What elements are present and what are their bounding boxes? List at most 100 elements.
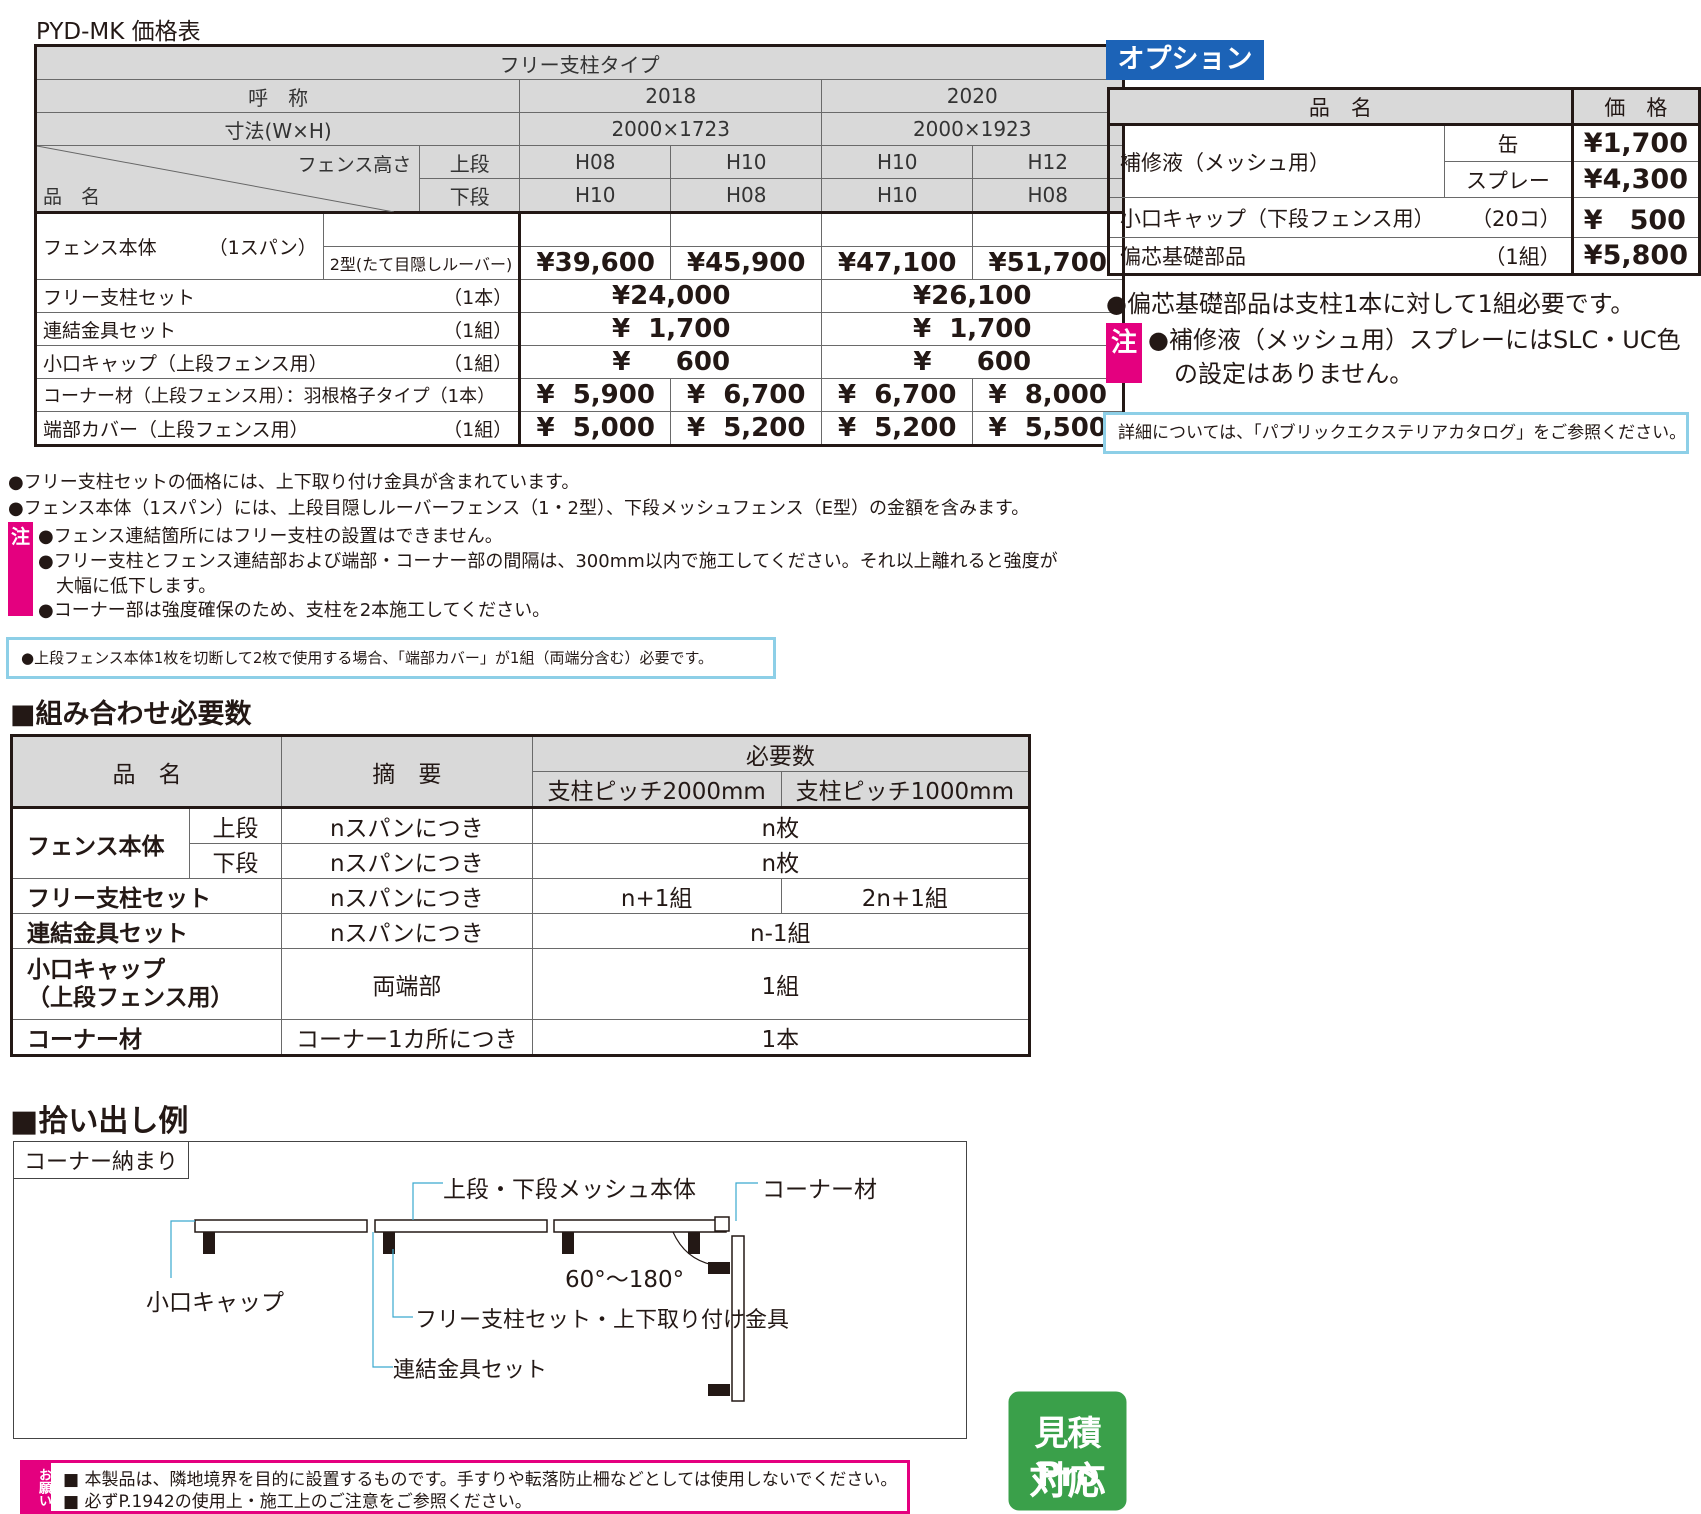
label-joint-set: 連結金具セット xyxy=(393,1358,548,1383)
price-body-1: ¥45,900 xyxy=(670,246,823,280)
option-offset-price: ¥5,800 xyxy=(1570,237,1701,275)
header-lower: 下段 xyxy=(419,178,521,213)
combo-cap-line1: 小口キャップ xyxy=(27,957,165,983)
price-table: フリー支柱タイプ 呼 称 2018 2020 寸法(W×H) 2000×1723… xyxy=(34,44,1126,447)
price-body-0: ¥39,600 xyxy=(518,246,672,280)
upper-h-3: H12 xyxy=(972,145,1125,179)
option-spray-price: ¥4,300 xyxy=(1570,161,1701,198)
combo-joint: 連結金具セット xyxy=(11,913,282,949)
option-table: 品 名 価 格 補修液（メッシュ用） 缶 ¥1,700 スプレー ¥4,300 … xyxy=(1107,87,1701,276)
leader-mesh xyxy=(412,1182,443,1220)
lower-h-3: H08 xyxy=(972,178,1125,213)
label-post-set: フリー支柱セット・上下取り付け金具 xyxy=(415,1308,790,1333)
lower-h-2: H10 xyxy=(821,178,974,213)
corner-material xyxy=(714,1216,730,1232)
option-cap-price: ¥ 500 xyxy=(1570,197,1701,238)
fence-panel-2 xyxy=(374,1219,548,1233)
price-corner-3: ¥ 8,000 xyxy=(972,378,1125,412)
type-header: フリー支柱タイプ xyxy=(34,45,1125,80)
combo-cap-summary: 両端部 xyxy=(281,948,533,1020)
row-fence-body-unit: （1スパン） xyxy=(208,237,317,259)
request-mark: お願い xyxy=(23,1463,51,1511)
price-corner-0: ¥ 5,900 xyxy=(518,378,672,412)
row-fence-body: フェンス本体 （1スパン） xyxy=(35,211,324,280)
row-joint-unit: （1組） xyxy=(419,312,521,346)
mitsumori-pro-badge: 見積Pro 対応 xyxy=(1005,1388,1130,1514)
row-fence-body-sub: 2型(たて目隠しルーバー) xyxy=(322,246,521,280)
post-3 xyxy=(562,1232,574,1254)
combo-header-pitch-1000: 支柱ピッチ1000mm xyxy=(780,771,1030,808)
fence-panel-1 xyxy=(194,1219,368,1233)
option-repair-name: 補修液（メッシュ用） xyxy=(1107,124,1446,198)
option-note-2b: の設定はありません。 xyxy=(1174,360,1414,388)
row-post-name: フリー支柱セット xyxy=(34,279,420,313)
price-post-1: ¥26,100 xyxy=(821,279,1125,313)
row-fence-body-name: フェンス本体 xyxy=(43,237,157,259)
price-note-1: ●フリー支柱セットの価格には、上下取り付け金具が含まれています。 xyxy=(8,472,580,493)
option-header-price: 価 格 xyxy=(1570,88,1701,125)
price-post-0: ¥24,000 xyxy=(518,279,823,313)
combo-header-summary: 摘 要 xyxy=(281,735,533,808)
bottom-request-box: お願い ■ 本製品は、隣地境界を目的に設置するものです。手すりや転落防止柵などと… xyxy=(20,1460,910,1514)
caution-2a: ●フリー支柱とフェンス連結部および端部・コーナー部の間隔は、300mm以内で施工… xyxy=(38,551,1058,572)
label-mesh-body: 上段・下段メッシュ本体 xyxy=(443,1177,696,1203)
combo-joint-qty: n-1組 xyxy=(531,913,1030,949)
empty-cell xyxy=(670,211,823,247)
option-note-mark: 注 xyxy=(1106,323,1142,383)
price-body-2: ¥47,100 xyxy=(821,246,974,280)
price-note-2: ●フェンス本体（1スパン）には、上段目隠しルーバーフェンス（1・2型）、下段メッ… xyxy=(8,498,1030,519)
fence-panel-3 xyxy=(553,1219,727,1233)
header-model-2020: 2020 xyxy=(821,79,1125,113)
price-cap-1: ¥ 600 xyxy=(821,345,1125,379)
leader-cap xyxy=(170,1220,195,1278)
lower-h-1: H08 xyxy=(670,178,823,213)
price-corner-1: ¥ 6,700 xyxy=(670,378,823,412)
row-corner-name: コーナー材（上段フェンス用）：羽根格子タイプ（1本） xyxy=(34,378,521,412)
combo-fence-lower-qty: n枚 xyxy=(531,843,1030,879)
price-corner-2: ¥ 6,700 xyxy=(821,378,974,412)
header-call: 呼 称 xyxy=(34,79,521,113)
header-diagonal-cell: フェンス高さ 品 名 xyxy=(34,145,421,213)
leader-post xyxy=(392,1249,413,1318)
option-offset-unit: （1組） xyxy=(1444,237,1573,275)
header-size: 寸法(W×H) xyxy=(34,112,521,146)
option-offset-name: 偏芯基礎部品 xyxy=(1107,237,1445,275)
empty-cell xyxy=(322,211,521,247)
combo-fence: フェンス本体 xyxy=(11,806,190,879)
option-note-2a: ●補修液（メッシュ用）スプレーにはSLC・UC色 xyxy=(1148,326,1681,354)
price-end-2: ¥ 5,200 xyxy=(821,411,974,446)
option-cap-name: 小口キャップ（下段フェンス用） xyxy=(1107,197,1445,238)
combo-corner-qty: 1本 xyxy=(531,1019,1030,1056)
option-note-1: ●偏芯基礎部品は支柱1本に対して1組必要です。 xyxy=(1106,290,1635,318)
price-joint-1: ¥ 1,700 xyxy=(821,312,1125,346)
option-tag: オプション xyxy=(1106,40,1264,80)
row-joint-name: 連結金具セット xyxy=(34,312,420,346)
leader-corner xyxy=(735,1182,758,1221)
post-1 xyxy=(203,1232,215,1254)
lower-h-0: H10 xyxy=(519,178,672,213)
combo-post-1000: 2n+1組 xyxy=(780,878,1030,914)
price-table-title: PYD-MK 価格表 xyxy=(36,19,201,45)
row-end-name: 端部カバー（上段フェンス用） xyxy=(34,411,420,446)
upper-h-2: H10 xyxy=(821,145,974,179)
row-cap-name: 小口キャップ（上段フェンス用） xyxy=(34,345,420,379)
size-2020: 2000×1923 xyxy=(821,112,1125,146)
empty-cell xyxy=(972,211,1125,247)
price-body-3: ¥51,700 xyxy=(972,246,1125,280)
end-cover-note: ●上段フェンス本体1枚を切断して2枚で使用する場合、「端部カバー」が1組（両端分… xyxy=(6,637,776,679)
catalog-note: 詳細については、「パブリックエクステリアカタログ」をご参照ください。 xyxy=(1103,412,1689,454)
combo-title: ■組み合わせ必要数 xyxy=(10,699,252,730)
combo-header-required: 必要数 xyxy=(531,735,1030,772)
upper-h-1: H10 xyxy=(670,145,823,179)
caution-1: ●フェンス連結箇所にはフリー支柱の設置はできません。 xyxy=(38,526,503,547)
example-title: ■拾い出し例 xyxy=(10,1104,189,1139)
post-5 xyxy=(708,1262,730,1274)
combo-corner: コーナー材 xyxy=(11,1019,282,1056)
price-joint-0: ¥ 1,700 xyxy=(518,312,823,346)
header-model-2018: 2018 xyxy=(519,79,823,113)
post-6 xyxy=(708,1384,730,1396)
combo-post: フリー支柱セット xyxy=(11,878,282,914)
combo-header-item: 品 名 xyxy=(11,735,282,808)
combo-post-2000: n+1組 xyxy=(531,878,782,914)
empty-cell xyxy=(821,211,974,247)
